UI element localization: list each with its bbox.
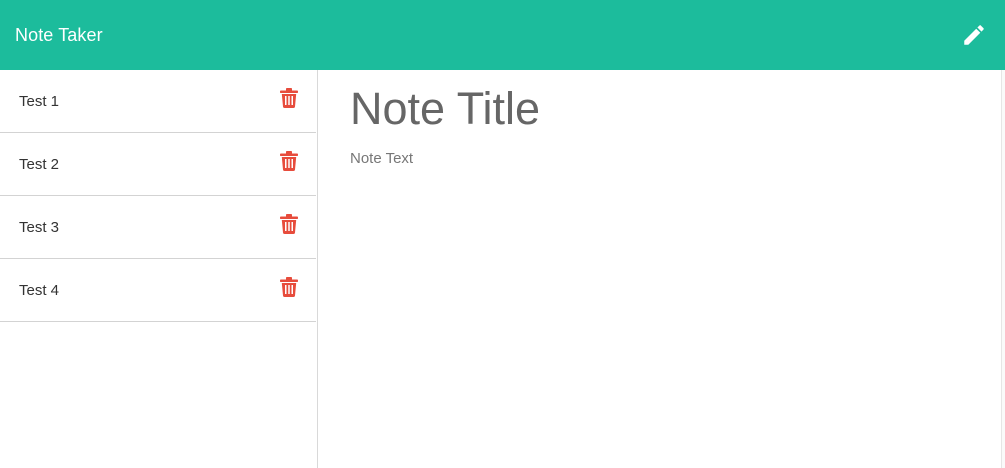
note-list-item[interactable]: Test 2: [0, 133, 316, 196]
content-area: Test 1 Test 2 Test 3 Test 4 Note Title N…: [0, 70, 1005, 468]
note-taker-app: Note Taker Test 1 Test 2 Test 3 Test 4 N…: [0, 0, 1005, 468]
new-note-button[interactable]: [959, 20, 989, 50]
note-item-title[interactable]: Test 3: [19, 219, 59, 236]
trash-icon[interactable]: [280, 87, 298, 109]
note-list: Test 1 Test 2 Test 3 Test 4: [0, 70, 316, 322]
note-text-input[interactable]: [350, 150, 970, 430]
note-title-input[interactable]: [350, 82, 970, 136]
trash-icon[interactable]: [280, 150, 298, 172]
note-list-item[interactable]: Test 4: [0, 259, 316, 322]
note-list-sidebar: Test 1 Test 2 Test 3 Test 4: [0, 70, 318, 468]
note-list-item[interactable]: Test 1: [0, 70, 316, 133]
trash-icon[interactable]: [280, 276, 298, 298]
navbar: Note Taker: [0, 0, 1005, 70]
note-list-item[interactable]: Test 3: [0, 196, 316, 259]
note-item-title[interactable]: Test 1: [19, 93, 59, 110]
scrollbar[interactable]: [1001, 70, 1005, 468]
app-title[interactable]: Note Taker: [15, 25, 103, 46]
pencil-icon: [964, 25, 984, 45]
note-item-title[interactable]: Test 4: [19, 282, 59, 299]
note-editor: [318, 70, 1005, 468]
trash-icon[interactable]: [280, 213, 298, 235]
note-item-title[interactable]: Test 2: [19, 156, 59, 173]
